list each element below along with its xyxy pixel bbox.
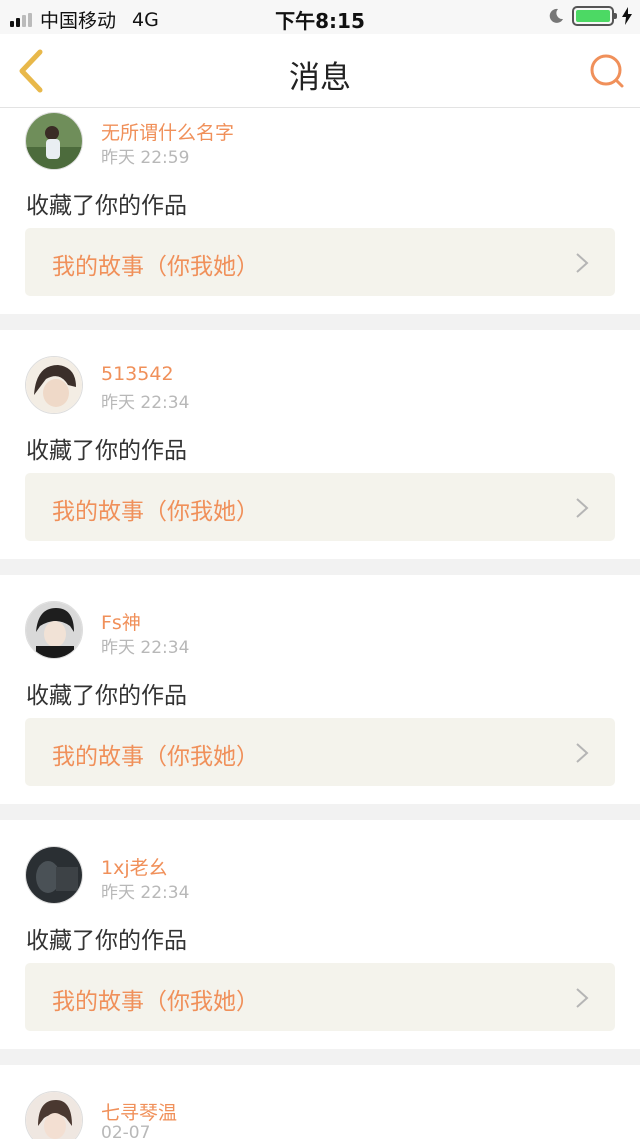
message-time: 昨天 22:34 [101,393,190,413]
message-time: 昨天 22:59 [101,148,190,168]
chevron-right-icon [576,253,589,273]
message-card: Fs神 昨天 22:34 收藏了你的作品 我的故事（你我她） [0,575,640,804]
action-text: 收藏了你的作品 [26,928,187,954]
work-link[interactable]: 我的故事（你我她） [25,473,615,541]
message-card: 513542 昨天 22:34 收藏了你的作品 我的故事（你我她） [0,330,640,559]
username[interactable]: 1xj老幺 [101,853,168,880]
message-list[interactable]: 无所谓什么名字 昨天 22:59 收藏了你的作品 我的故事（你我她） 51354… [0,108,640,1139]
search-icon [590,54,624,88]
moon-icon [549,8,563,23]
status-time: 下午8:15 [275,9,365,33]
username[interactable]: 无所谓什么名字 [101,118,234,145]
message-card: 七寻琴温 02-07 [0,1065,640,1139]
message-card: 无所谓什么名字 昨天 22:59 收藏了你的作品 我的故事（你我她） [0,108,640,314]
work-link[interactable]: 我的故事（你我她） [25,228,615,296]
message-time: 昨天 22:34 [101,883,190,903]
username[interactable]: Fs神 [101,608,141,635]
action-text: 收藏了你的作品 [26,683,187,709]
work-title: 我的故事（你我她） [52,499,259,525]
page-title: 消息 [289,60,351,96]
action-text: 收藏了你的作品 [26,193,187,219]
work-title: 我的故事（你我她） [52,744,259,770]
status-right [548,6,632,26]
message-card: 1xj老幺 昨天 22:34 收藏了你的作品 我的故事（你我她） [0,820,640,1049]
message-time: 昨天 22:34 [101,638,190,658]
nav-bar: 消息 [0,34,640,108]
avatar[interactable] [25,1091,83,1139]
action-text: 收藏了你的作品 [26,438,187,464]
chevron-right-icon [576,498,589,518]
status-bar: 中国移动 4G 下午8:15 [0,0,640,34]
search-button[interactable] [588,52,626,90]
battery-icon [572,6,617,26]
charging-icon [622,7,632,25]
username[interactable]: 513542 [101,363,174,385]
work-title: 我的故事（你我她） [52,254,259,280]
work-link[interactable]: 我的故事（你我她） [25,963,615,1031]
work-link[interactable]: 我的故事（你我她） [25,718,615,786]
avatar[interactable] [25,356,83,414]
chevron-right-icon [576,988,589,1008]
avatar[interactable] [25,601,83,659]
avatar[interactable] [25,846,83,904]
username[interactable]: 七寻琴温 [101,1098,177,1125]
avatar[interactable] [25,112,83,170]
chevron-right-icon [576,743,589,763]
message-time: 02-07 [101,1123,151,1139]
work-title: 我的故事（你我她） [52,989,259,1015]
